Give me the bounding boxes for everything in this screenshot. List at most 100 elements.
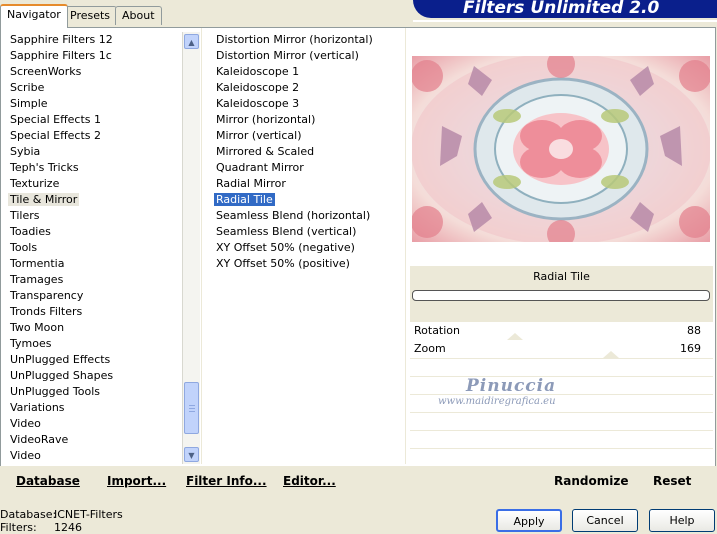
filter-label: Distortion Mirror (vertical) <box>216 49 359 62</box>
category-label: UnPlugged Shapes <box>10 369 114 382</box>
randomize-button[interactable]: Randomize <box>554 474 628 488</box>
database-button[interactable]: Database <box>16 474 80 488</box>
category-label: Tronds Filters <box>10 305 83 318</box>
filter-label: Radial Tile <box>214 193 275 206</box>
category-item[interactable]: Scribe <box>1 80 181 96</box>
reset-button[interactable]: Reset <box>653 474 691 488</box>
filter-item[interactable]: Kaleidoscope 1 <box>207 64 403 80</box>
category-item[interactable]: Video <box>1 448 181 464</box>
zoom-slider-marker[interactable] <box>603 351 619 358</box>
category-scrollbar[interactable]: ▲ ▼ <box>182 32 200 464</box>
category-item[interactable]: Tilers <box>1 208 181 224</box>
category-item[interactable]: UnPlugged Tools <box>1 384 181 400</box>
filter-item[interactable]: Quadrant Mirror <box>207 160 403 176</box>
filter-item[interactable]: Mirrored & Scaled <box>207 144 403 160</box>
column-divider <box>201 28 202 464</box>
tab-presets[interactable]: Presets <box>63 6 118 25</box>
filter-item[interactable]: Mirror (horizontal) <box>207 112 403 128</box>
status-filters-label: Filters: <box>0 521 37 534</box>
filter-item[interactable]: Distortion Mirror (vertical) <box>207 48 403 64</box>
category-label: Tormentia <box>10 257 65 270</box>
watermark-url: www.maidiregrafica.eu <box>438 396 556 407</box>
filter-item[interactable]: Seamless Blend (horizontal) <box>207 208 403 224</box>
category-item[interactable]: Teph's Tricks <box>1 160 181 176</box>
category-item[interactable]: Tymoes <box>1 336 181 352</box>
category-label: VideoRave <box>10 433 69 446</box>
category-item[interactable]: UnPlugged Shapes <box>1 368 181 384</box>
category-item[interactable]: UnPlugged Effects <box>1 352 181 368</box>
empty-param-row <box>410 413 713 431</box>
filter-item[interactable]: Distortion Mirror (horizontal) <box>207 32 403 48</box>
status-filters-value: 1246 <box>54 521 82 534</box>
empty-param-row <box>410 431 713 449</box>
filter-item[interactable]: Kaleidoscope 3 <box>207 96 403 112</box>
category-item[interactable]: Video <box>1 416 181 432</box>
category-item[interactable]: Tile & Mirror <box>1 192 181 208</box>
category-item[interactable]: Transparency <box>1 288 181 304</box>
category-label: UnPlugged Effects <box>10 353 111 366</box>
filter-item[interactable]: XY Offset 50% (negative) <box>207 240 403 256</box>
category-item[interactable]: Special Effects 2 <box>1 128 181 144</box>
filter-item[interactable]: Radial Mirror <box>207 176 403 192</box>
status-database-value: ICNET-Filters <box>54 508 123 521</box>
filter-item[interactable]: Seamless Blend (vertical) <box>207 224 403 240</box>
category-item[interactable]: Sapphire Filters 1c <box>1 48 181 64</box>
filter-info-button[interactable]: Filter Info... <box>186 474 267 488</box>
filter-label: XY Offset 50% (negative) <box>216 241 355 254</box>
help-button[interactable]: Help <box>649 509 715 532</box>
tab-about[interactable]: About <box>115 6 162 25</box>
filter-label: XY Offset 50% (positive) <box>216 257 350 270</box>
rotation-slider[interactable]: Rotation 88 <box>410 322 713 341</box>
filter-item[interactable]: Radial Tile <box>207 192 403 208</box>
empty-param-row <box>410 359 713 377</box>
category-item[interactable]: Tools <box>1 240 181 256</box>
column-divider <box>405 28 406 464</box>
category-item[interactable]: ScreenWorks <box>1 64 181 80</box>
rotation-slider-marker[interactable] <box>507 333 523 340</box>
category-label: Tile & Mirror <box>8 193 80 206</box>
scroll-thumb[interactable] <box>184 382 199 434</box>
watermark-name: Pinuccia <box>466 376 557 396</box>
filter-label: Mirror (vertical) <box>216 129 302 142</box>
scroll-down-button[interactable]: ▼ <box>184 447 199 462</box>
filter-list[interactable]: Distortion Mirror (horizontal) Distortion… <box>207 32 403 272</box>
category-label: Special Effects 1 <box>10 113 102 126</box>
filter-item[interactable]: XY Offset 50% (positive) <box>207 256 403 272</box>
zoom-value: 169 <box>680 342 701 355</box>
app-banner: Filters Unlimited 2.0 <box>413 0 717 18</box>
filter-item[interactable]: Mirror (vertical) <box>207 128 403 144</box>
category-item[interactable]: Special Effects 1 <box>1 112 181 128</box>
import-button[interactable]: Import... <box>107 474 166 488</box>
category-item[interactable]: Toadies <box>1 224 181 240</box>
category-item[interactable]: Simple <box>1 96 181 112</box>
category-label: Texturize <box>10 177 60 190</box>
status-filters: Filters: 1246 <box>0 521 82 534</box>
category-item[interactable]: Sapphire Filters 12 <box>1 32 181 48</box>
category-item[interactable]: VideoRave <box>1 432 181 448</box>
category-item[interactable]: Two Moon <box>1 320 181 336</box>
category-label: Tymoes <box>10 337 52 350</box>
category-list[interactable]: Sapphire Filters 12 Sapphire Filters 1c Sc… <box>1 32 181 464</box>
preview-image <box>412 56 710 242</box>
category-item[interactable]: Sybia <box>1 144 181 160</box>
filter-progress-bar <box>412 290 710 301</box>
empty-param-row <box>410 449 713 467</box>
filter-item[interactable]: Kaleidoscope 2 <box>207 80 403 96</box>
editor-button[interactable]: Editor... <box>283 474 336 488</box>
category-label: Video <box>10 449 41 462</box>
category-item[interactable]: Variations <box>1 400 181 416</box>
category-label: Simple <box>10 97 48 110</box>
navigator-panel: Sapphire Filters 12 Sapphire Filters 1c Sc… <box>0 27 716 493</box>
category-label: Transparency <box>10 289 84 302</box>
zoom-slider[interactable]: Zoom 169 <box>410 340 713 359</box>
category-label: Toadies <box>10 225 51 238</box>
category-item[interactable]: Tramages <box>1 272 181 288</box>
apply-button[interactable]: Apply <box>496 509 562 532</box>
category-item[interactable]: Tormentia <box>1 256 181 272</box>
category-item[interactable]: Texturize <box>1 176 181 192</box>
scroll-up-button[interactable]: ▲ <box>184 34 199 49</box>
cancel-button[interactable]: Cancel <box>572 509 638 532</box>
tab-navigator[interactable]: Navigator <box>0 4 68 28</box>
category-item[interactable]: Tronds Filters <box>1 304 181 320</box>
category-label: Teph's Tricks <box>10 161 79 174</box>
